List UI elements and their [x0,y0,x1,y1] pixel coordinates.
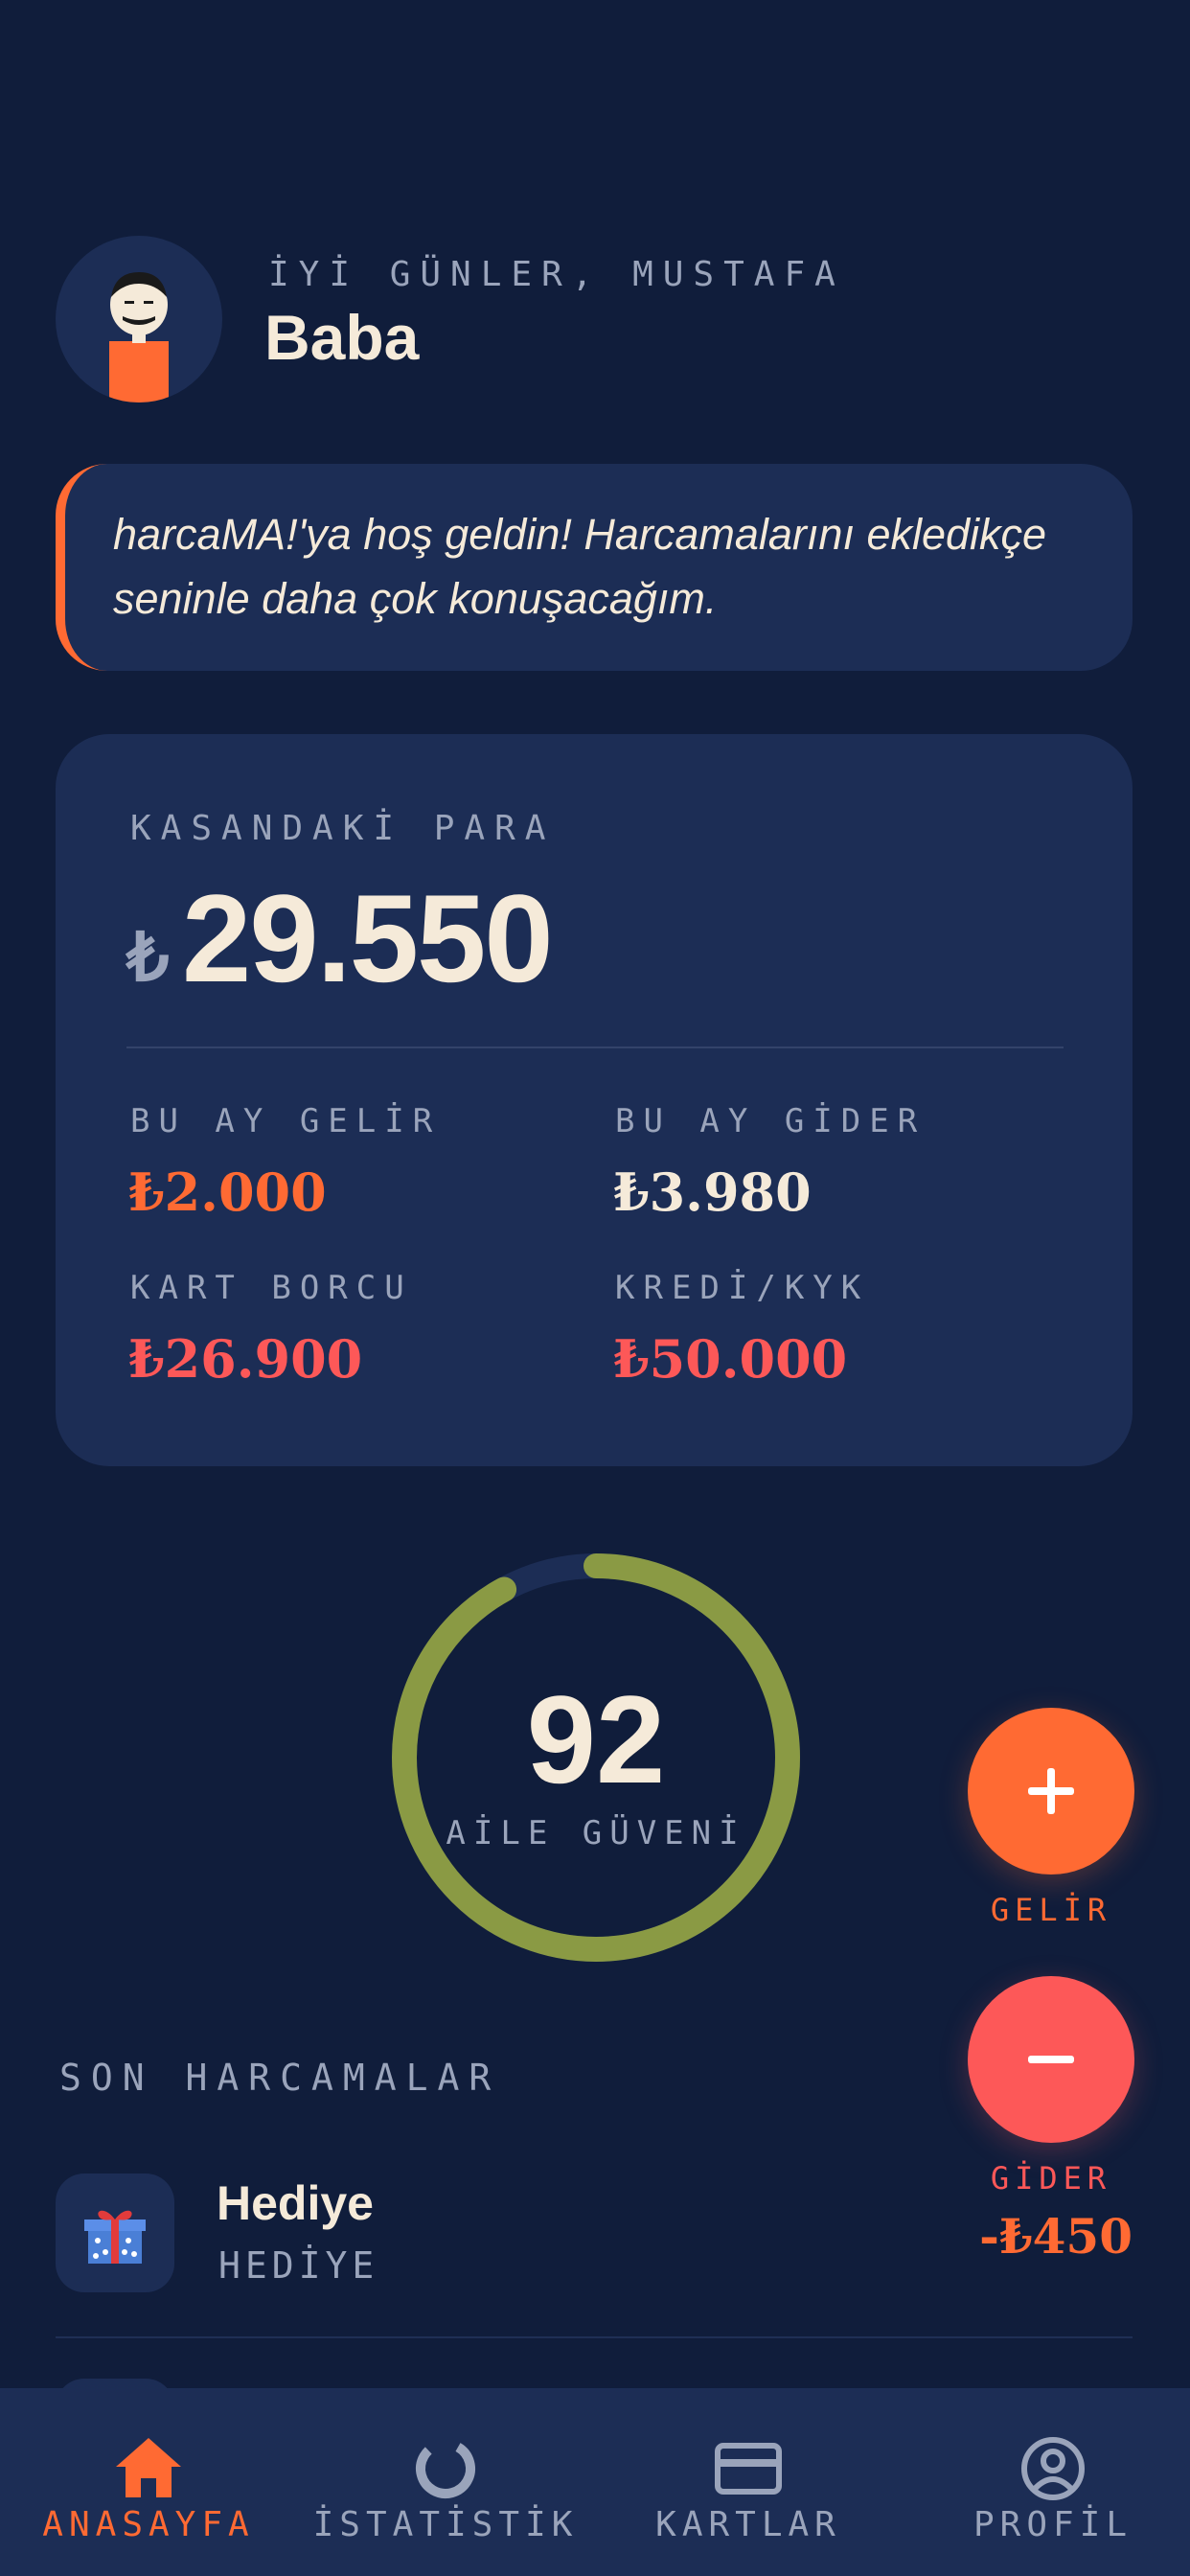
monthly-income-label: BU AY GELİR [130,1102,442,1140]
currency-symbol: ₺ [126,920,170,995]
add-income-label[interactable]: GELİR [968,1892,1134,1928]
transaction-title: Hediye [217,2176,374,2230]
plus-icon [1028,1768,1074,1814]
greeting: İYİ GÜNLER, MUSTAFA [268,255,845,294]
nav-item-profile[interactable]: PROFİL [904,2388,1190,2576]
add-income-button[interactable] [968,1708,1134,1874]
avatar[interactable] [56,236,222,402]
loan-label: KREDİ/KYK [615,1269,870,1307]
balance-amount: 29.550 [182,868,554,1008]
user-name: Baba [264,302,420,373]
nav-label-profile: PROFİL [973,2505,1133,2544]
monthly-income-value: ₺2.000 [128,1162,327,1223]
minus-icon [1028,2056,1074,2063]
add-expense-label[interactable]: GİDER [968,2160,1134,2196]
balance-card[interactable]: KASANDAKİ PARA ₺ 29.550 BU AY GELİR ₺2.0… [56,734,1133,1466]
nav-item-home[interactable]: ANASAYFA [0,2388,297,2576]
trust-score-label: AİLE GÜVENİ [446,1814,746,1852]
welcome-message-bubble: harcaMA!'ya hoş geldin! Harcamalarını ek… [56,464,1133,671]
card-icon [715,2443,782,2495]
bottom-navigation: ANASAYFA İSTATİSTİK KARTLAR PROFİL [0,2388,1190,2576]
monthly-expense-value: ₺3.980 [613,1162,812,1223]
profile-icon [1021,2437,1085,2500]
monthly-expense-label: BU AY GİDER [615,1102,927,1140]
home-icon [116,2438,181,2497]
nav-item-statistics[interactable]: İSTATİSTİK [297,2388,594,2576]
nav-label-cards: KARTLAR [655,2505,841,2544]
gift-icon [84,2210,146,2264]
list-divider [56,2336,1133,2338]
card-debt-value: ₺26.900 [128,1328,363,1390]
trust-score-value: 92 [526,1669,666,1809]
transaction-icon-container [56,2174,174,2292]
card-divider [126,1046,1064,1048]
chart-ring-icon [416,2439,475,2498]
nav-label-home: ANASAYFA [42,2505,255,2544]
loan-value: ₺50.000 [613,1328,848,1390]
nav-item-cards[interactable]: KARTLAR [600,2388,897,2576]
dad-avatar-icon [109,272,169,402]
nav-label-statistics: İSTATİSTİK [312,2505,579,2544]
add-expense-button[interactable] [968,1976,1134,2143]
recent-expenses-title: SON HARCAMALAR [59,2057,501,2099]
transaction-category: HEDİYE [218,2244,379,2287]
welcome-message-text: harcaMA!'ya hoş geldin! Harcamalarını ek… [113,510,1047,623]
transaction-amount: -₺450 [979,2208,1133,2265]
card-debt-label: KART BORCU [130,1269,413,1307]
balance-label: KASANDAKİ PARA [130,809,556,848]
